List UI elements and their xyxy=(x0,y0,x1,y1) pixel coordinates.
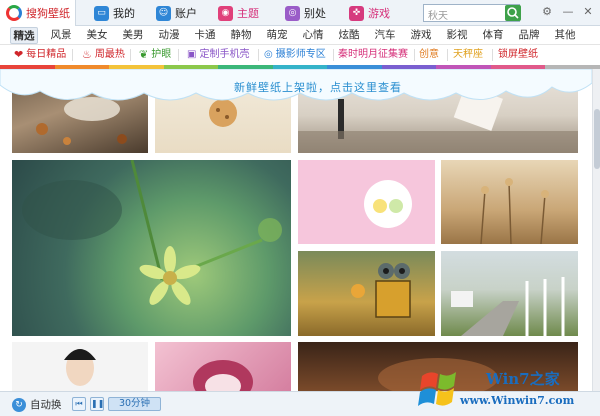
sub-lockscreen[interactable]: 锁屏壁纸 xyxy=(498,47,538,63)
refresh-cycle-icon: ↻ xyxy=(12,397,26,412)
country-road-image xyxy=(451,277,565,336)
monitor-icon: ▭ xyxy=(94,5,109,21)
search-icon xyxy=(507,7,519,19)
wallpaper-thumb[interactable] xyxy=(298,160,435,244)
leaf-icon: ❦ xyxy=(139,48,149,61)
sub-label: 锁屏壁纸 xyxy=(498,49,538,60)
category-film[interactable]: 影视 xyxy=(443,27,471,44)
tab-label: 搜狗壁纸 xyxy=(26,7,70,20)
tab-mine[interactable]: ▭ 我的 xyxy=(88,0,148,26)
theme-icon: ◉ xyxy=(218,5,233,21)
category-cute-pets[interactable]: 萌宠 xyxy=(263,27,291,44)
tab-label: 账户 xyxy=(175,7,197,20)
tab-elsewhere[interactable]: ◎ 别处 xyxy=(279,0,339,26)
category-brands[interactable]: 品牌 xyxy=(515,27,543,44)
search-placeholder: 秋天 xyxy=(428,11,448,22)
sub-eye-care[interactable]: ❦ 护眼 xyxy=(139,47,171,63)
sub-label: 护眼 xyxy=(151,49,172,60)
heart-icon: ❤ xyxy=(14,48,24,61)
sub-label: 秦时明月征集赛 xyxy=(338,49,408,60)
wallpaper-thumb[interactable] xyxy=(155,342,291,391)
vertical-scrollbar[interactable] xyxy=(592,69,600,391)
category-scenery[interactable]: 风景 xyxy=(47,27,75,44)
close-button[interactable]: ✕ xyxy=(581,4,595,20)
tab-label: 游戏 xyxy=(368,7,390,20)
pause-button[interactable]: ❚❚ xyxy=(90,397,104,411)
tab-sogou-wallpaper[interactable]: 搜狗壁纸 xyxy=(0,0,76,26)
sub-libra[interactable]: 天秤座 xyxy=(453,47,483,63)
sub-label: 创意 xyxy=(419,49,439,60)
watermark-url: www.Winwin7.com xyxy=(460,394,575,407)
category-cartoon[interactable]: 卡通 xyxy=(191,27,219,44)
subcategory-bar: ❤ 每日精品 ♨ 周最热 ❦ 护眼 ▣ 定制手机壳 ◎ 摄影师专区 秦时明月征集… xyxy=(0,45,600,65)
tab-theme[interactable]: ◉ 主题 xyxy=(212,0,272,26)
wallpaper-thumb[interactable] xyxy=(441,160,578,244)
tab-games[interactable]: ✜ 游戏 xyxy=(343,0,403,26)
camera-icon: ◎ xyxy=(264,49,273,60)
category-games[interactable]: 游戏 xyxy=(407,27,435,44)
pause-icon: ❚❚ xyxy=(91,399,105,408)
sub-daily-picks[interactable]: ❤ 每日精品 xyxy=(14,47,66,63)
category-anime[interactable]: 动漫 xyxy=(155,27,183,44)
tab-label: 别处 xyxy=(304,7,326,20)
wallpaper-grid xyxy=(0,69,592,391)
sub-creative[interactable]: 创意 xyxy=(419,47,439,63)
wallpaper-thumb[interactable] xyxy=(298,251,435,336)
sub-weekly-hot[interactable]: ♨ 周最热 xyxy=(82,47,125,63)
camera-icon: ◎ xyxy=(285,5,300,21)
previous-button[interactable]: ⏮ xyxy=(72,397,86,411)
scrollbar-thumb[interactable] xyxy=(594,109,600,169)
gamepad-icon: ✜ xyxy=(349,5,364,21)
robot-toy-image xyxy=(351,263,411,318)
portrait-man-image xyxy=(64,349,96,386)
category-handsome[interactable]: 美男 xyxy=(119,27,147,44)
previous-icon: ⏮ xyxy=(75,399,83,408)
close-icon: ✕ xyxy=(583,5,593,18)
auto-change-label: 自动换 xyxy=(30,399,62,411)
tab-label: 主题 xyxy=(237,7,259,20)
top-tab-bar: 搜狗壁纸 ▭ 我的 ☺ 账户 ◉ 主题 ◎ 别处 ✜ 游戏 秋天 ⚙ — ✕ xyxy=(0,0,600,26)
green-flower-image xyxy=(22,160,282,305)
category-cool[interactable]: 炫酷 xyxy=(335,27,363,44)
sub-label: 天秤座 xyxy=(453,49,483,60)
sub-custom-phone-case[interactable]: ▣ 定制手机壳 xyxy=(187,47,249,63)
wallpaper-thumb[interactable] xyxy=(441,251,578,336)
category-cars[interactable]: 汽车 xyxy=(371,27,399,44)
fire-icon: ♨ xyxy=(82,48,92,61)
phone-case-icon: ▣ xyxy=(187,49,197,60)
minimize-button[interactable]: — xyxy=(561,4,575,20)
cute-cartoon-image xyxy=(364,180,412,228)
tab-label: 我的 xyxy=(113,7,135,20)
sub-label: 每日精品 xyxy=(26,49,67,60)
category-beauty[interactable]: 美女 xyxy=(83,27,111,44)
settings-button[interactable]: ⚙ xyxy=(540,4,554,20)
sub-label: 摄影师专区 xyxy=(275,49,326,60)
sub-qin-contest[interactable]: 秦时明月征集赛 xyxy=(338,47,408,63)
wallpaper-thumb[interactable] xyxy=(12,342,148,391)
banner-text[interactable]: 新鲜壁纸上架啦，点击这里查看 xyxy=(218,79,418,95)
category-featured[interactable]: 精选 xyxy=(10,27,38,44)
dry-flowers-image xyxy=(480,178,549,244)
category-still-life[interactable]: 静物 xyxy=(227,27,255,44)
tab-account[interactable]: ☺ 账户 xyxy=(150,0,208,26)
category-bar: 精选 风景 美女 美男 动漫 卡通 静物 萌宠 心情 炫酷 汽车 游戏 影视 体… xyxy=(0,26,600,45)
interval-selector[interactable]: 30分钟 xyxy=(108,397,161,411)
watermark-title: Win7之家 xyxy=(486,370,560,388)
wallpaper-thumb[interactable] xyxy=(12,160,291,336)
user-icon: ☺ xyxy=(156,5,171,21)
sub-label: 定制手机壳 xyxy=(199,49,250,60)
minimize-icon: — xyxy=(562,5,574,18)
category-mood[interactable]: 心情 xyxy=(299,27,327,44)
category-sports[interactable]: 体育 xyxy=(479,27,507,44)
sogou-logo-icon xyxy=(6,5,22,21)
gear-icon: ⚙ xyxy=(542,5,552,18)
category-other[interactable]: 其他 xyxy=(551,27,579,44)
auto-change-toggle[interactable]: ↻ 自动换 xyxy=(12,397,62,412)
anime-girl-image xyxy=(193,360,253,391)
search-button[interactable] xyxy=(505,5,521,21)
sub-photographer-zone[interactable]: ◎ 摄影师专区 xyxy=(264,47,326,63)
sub-label: 周最热 xyxy=(94,49,125,60)
